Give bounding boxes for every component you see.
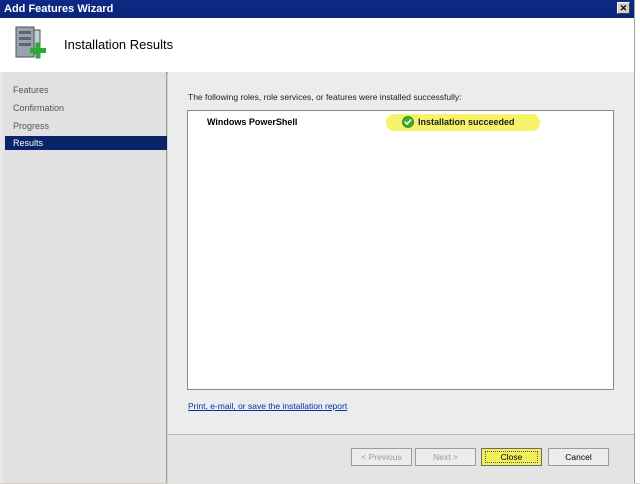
installation-report-link[interactable]: Print, e-mail, or save the installation … (188, 401, 347, 411)
close-button[interactable]: Close (481, 448, 542, 466)
page-title: Installation Results (64, 37, 174, 52)
feature-name: Windows PowerShell (207, 117, 298, 127)
cancel-button[interactable]: Cancel (548, 448, 609, 466)
wizard-footer: < Previous Next > Close Cancel (168, 434, 634, 484)
next-button[interactable]: Next > (415, 448, 476, 466)
title-bar[interactable]: Add Features Wizard ✕ (0, 0, 634, 18)
server-add-icon (15, 26, 46, 59)
previous-button[interactable]: < Previous (351, 448, 412, 466)
window-title: Add Features Wizard (4, 3, 114, 15)
results-list[interactable]: Windows PowerShell Installation succeede… (187, 110, 614, 390)
sidebar-item-results[interactable]: Results (5, 136, 167, 150)
check-icon (402, 116, 414, 128)
sidebar-item-confirmation[interactable]: Confirmation (5, 101, 167, 115)
status-text: Installation succeeded (418, 117, 515, 127)
close-icon[interactable]: ✕ (617, 2, 630, 14)
sidebar-item-progress[interactable]: Progress (5, 119, 167, 133)
wizard-steps: Features Confirmation Progress Results (3, 72, 167, 483)
wizard-header: Installation Results (0, 18, 634, 73)
background-window-edge (634, 0, 640, 483)
results-intro-text: The following roles, role services, or f… (188, 92, 462, 102)
sidebar-item-features[interactable]: Features (5, 83, 167, 97)
focus-ring (485, 451, 538, 463)
results-panel: The following roles, role services, or f… (168, 72, 634, 434)
